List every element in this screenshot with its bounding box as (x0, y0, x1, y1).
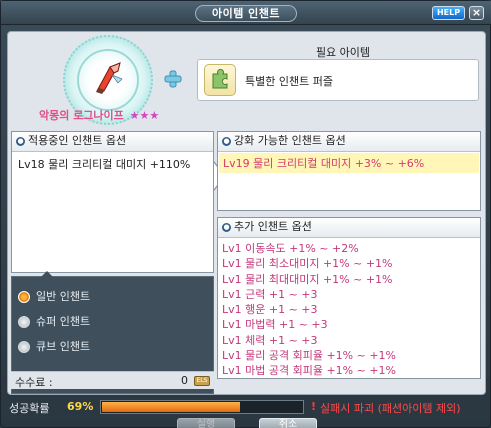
bullet-icon: ● (222, 222, 231, 232)
panel-notch (41, 271, 53, 277)
radio-icon[interactable] (18, 341, 30, 353)
radio-super-label: 슈퍼 인챈트 (36, 315, 91, 328)
fee-label: 수수료 : (15, 376, 53, 389)
success-rate-unit: % (82, 400, 94, 413)
additional-option-line: Lv1 근력 +1 ~ +3 (222, 287, 318, 301)
help-button[interactable]: HELP (432, 6, 465, 20)
close-button[interactable]: × (469, 6, 484, 20)
additional-option-line: Lv1 이동속도 +1% ~ +2% (222, 242, 359, 255)
required-item-name: 특별한 인챈트 퍼즐 (245, 75, 333, 88)
bullet-icon: ● (222, 136, 231, 146)
upgradable-option-line[interactable]: Lv19 물리 크리티컬 대미지 +3% ~ +6% (219, 153, 479, 173)
additional-option-line: Lv1 행운 +1 ~ +3 (222, 303, 318, 317)
radio-cube-label: 큐브 인챈트 (36, 340, 91, 353)
success-progress-fill (102, 402, 240, 412)
additional-option-line: Lv1 물리 최소대미지 +1% ~ +1% (222, 257, 393, 271)
additional-options-list: Lv1 이동속도 +1% ~ +2% Lv1 물리 최소대미지 +1% ~ +1… (218, 238, 480, 379)
bullet-icon: ● (16, 136, 25, 146)
required-item-box: 특별한 인챈트 퍼즐 (197, 59, 479, 101)
radio-super-enchant[interactable]: 슈퍼 인챈트 (18, 313, 90, 331)
radio-normal-label: 일반 인챈트 (36, 290, 91, 303)
radio-normal-enchant[interactable]: 일반 인챈트 (18, 288, 90, 306)
success-progress (100, 400, 304, 414)
current-options-header: ● 적용중인 인챈트 옵션 (12, 132, 213, 152)
upgradable-options-header: ● 강화 가능한 인챈트 옵션 (218, 132, 480, 152)
additional-option-line: Lv1 마법력 +1 ~ +3 (222, 318, 328, 332)
upgradable-options-title: 강화 가능한 인챈트 옵션 (234, 134, 346, 147)
title-bar[interactable]: 아이템 인챈트 HELP × (1, 1, 491, 25)
current-option-line: Lv18 물리 크리티컬 대미지 +110% (18, 158, 191, 171)
required-item-label: 필요 아이템 (315, 46, 371, 59)
target-item-label: 악몽의 로그나이프 (39, 109, 124, 122)
additional-option-line: Lv1 물리 최대대미지 +1% ~ +1% (222, 272, 393, 286)
enchant-window: 아이템 인챈트 HELP × 악몽의 로그나이프 ★★★ 필요 아이템 특별한 … (0, 0, 491, 428)
current-options-box: ● 적용중인 인챈트 옵션 Lv18 물리 크리티컬 대미지 +110% (11, 131, 214, 273)
warning-text: 실패시 파괴 (패션아이템 제외) (320, 402, 461, 415)
star-rating: ★★★ (129, 109, 160, 122)
knife-icon (96, 62, 123, 94)
success-rate-number: 69 (67, 400, 83, 413)
radio-selected-icon[interactable] (18, 291, 30, 303)
execute-button[interactable]: 실행 (177, 418, 235, 428)
window-title: 아이템 인챈트 (195, 5, 297, 22)
fee-value: 0 (181, 374, 188, 387)
radio-icon[interactable] (18, 316, 30, 328)
cancel-button[interactable]: 취소 (259, 418, 317, 428)
additional-options-box: ● 추가 인챈트 옵션 Lv1 이동속도 +1% ~ +2% Lv1 물리 최소대… (217, 217, 481, 379)
puzzle-icon (204, 64, 236, 96)
radio-cube-enchant[interactable]: 큐브 인챈트 (18, 338, 90, 356)
success-rate-bar: 성공확률 69% ! 실패시 파괴 (패션아이템 제외) (1, 397, 491, 417)
target-item-name: 악몽의 로그나이프 ★★★ (39, 107, 189, 123)
warning-icon: ! (311, 400, 317, 413)
current-options-title: 적용중인 인챈트 옵션 (28, 134, 127, 147)
additional-option-line: Lv1 마법 공격 회피율 +1% ~ +1% (222, 364, 397, 378)
success-rate-value: 69% (67, 400, 93, 413)
fee-row: 수수료 : 0 ELS (11, 371, 214, 389)
additional-option-line: Lv1 물리 공격 회피율 +1% ~ +1% (222, 349, 397, 363)
els-coin-icon: ELS (194, 376, 210, 386)
success-rate-label: 성공확률 (9, 402, 50, 415)
upgradable-options-box: ● 강화 가능한 인챈트 옵션 Lv19 물리 크리티컬 대미지 +3% ~ +6… (217, 131, 481, 211)
plus-icon (164, 70, 182, 88)
additional-options-header: ● 추가 인챈트 옵션 (218, 218, 480, 238)
additional-option-line: Lv1 체력 +1 ~ +3 (222, 333, 318, 347)
additional-options-title: 추가 인챈트 옵션 (234, 220, 312, 233)
